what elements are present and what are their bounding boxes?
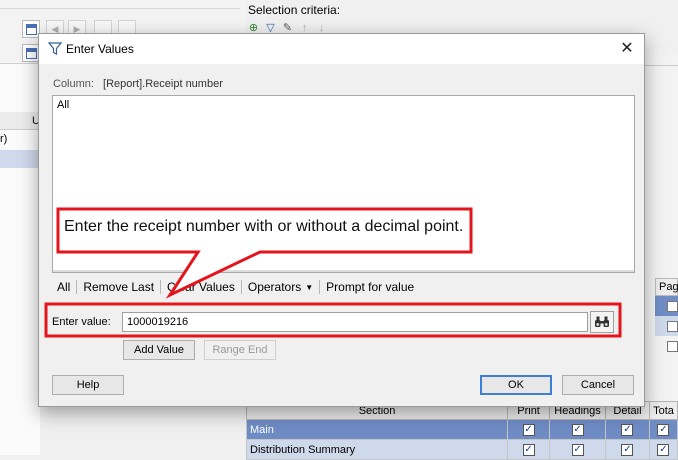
checkbox-icon[interactable]: ✓ [571, 423, 584, 436]
filter-icon [48, 42, 62, 55]
operators-label: Operators [247, 280, 302, 294]
close-icon[interactable]: ✕ [620, 40, 633, 57]
close-button[interactable]: ✕ [616, 39, 638, 59]
checkbox-icon[interactable] [667, 321, 678, 332]
grid-selected-row[interactable] [0, 150, 40, 168]
detail-checkbox[interactable]: ✓ [605, 419, 650, 440]
selection-criteria-label: Selection criteria: [248, 3, 341, 17]
list-bottom-edge [53, 270, 634, 272]
section-name: Main [245, 419, 509, 440]
checkbox-icon[interactable] [667, 301, 678, 312]
binoculars-icon [595, 316, 609, 327]
grid-cell: r) [0, 133, 8, 145]
enter-value-input[interactable] [122, 312, 588, 332]
remove-last-action[interactable]: Remove Last [78, 280, 159, 294]
column-info: Column: [Report].Receipt number [53, 78, 223, 90]
column-value: [Report].Receipt number [103, 78, 223, 90]
find-button[interactable] [590, 311, 614, 333]
checkbox-icon[interactable]: ✓ [571, 443, 584, 456]
pag-column-header: Pag [655, 278, 678, 296]
divider [640, 65, 678, 66]
divider [319, 280, 321, 294]
divider [240, 280, 242, 294]
background-right-panel [640, 55, 678, 455]
calendar-icon [26, 24, 37, 35]
list-item[interactable]: All [57, 99, 630, 111]
divider [0, 8, 240, 9]
checkbox-icon[interactable]: ✓ [522, 443, 535, 456]
headings-checkbox[interactable]: ✓ [549, 419, 607, 440]
enter-value-row: Enter value: [52, 311, 614, 333]
enter-value-label: Enter value: [52, 316, 111, 328]
dialog-title: Enter Values [66, 42, 134, 56]
checkbox-icon[interactable]: ✓ [522, 423, 535, 436]
divider [160, 280, 162, 294]
column-label: Column: [53, 78, 94, 90]
print-checkbox[interactable]: ✓ [507, 419, 551, 440]
operators-dropdown[interactable]: Operators ▼ [243, 280, 318, 294]
total-header[interactable]: Tota [648, 401, 678, 420]
values-list[interactable]: All [52, 95, 635, 273]
dropdown-caret-icon: ▼ [305, 283, 314, 293]
checkbox-icon[interactable] [667, 341, 678, 352]
all-action[interactable]: All [52, 280, 75, 294]
detail-checkbox[interactable]: ✓ [605, 439, 650, 460]
print-checkbox[interactable]: ✓ [507, 439, 551, 460]
calendar-icon [26, 48, 37, 59]
table-row[interactable]: Distribution Summary ✓ ✓ ✓ ✓ [245, 439, 678, 460]
headings-checkbox[interactable]: ✓ [549, 439, 607, 460]
checkbox-icon[interactable]: ✓ [657, 423, 670, 436]
cancel-button[interactable]: Cancel [562, 375, 634, 395]
clear-values-action[interactable]: Clear Values [162, 280, 240, 294]
checkbox-icon[interactable]: ✓ [657, 443, 670, 456]
background-left-grid: U r) [0, 64, 40, 455]
divider [76, 280, 78, 294]
value-actions-bar: All Remove Last Clear Values Operators ▼ … [52, 276, 419, 298]
total-checkbox[interactable]: ✓ [648, 439, 678, 460]
callout-text: Enter the receipt number with or without… [64, 218, 464, 235]
checkbox-icon[interactable]: ✓ [621, 443, 634, 456]
range-end-button[interactable]: Range End [204, 340, 276, 360]
checkbox-icon[interactable]: ✓ [621, 423, 634, 436]
sections-table: Section Print Headings Detail Tota Main … [245, 401, 678, 460]
total-checkbox[interactable]: ✓ [648, 419, 678, 440]
add-value-button[interactable]: Add Value [123, 340, 195, 360]
dialog-titlebar[interactable]: Enter Values ✕ [39, 34, 644, 64]
help-button[interactable]: Help [52, 375, 124, 395]
prompt-for-value-action[interactable]: Prompt for value [321, 280, 419, 294]
section-name: Distribution Summary [245, 439, 509, 460]
table-row[interactable]: Main ✓ ✓ ✓ ✓ [245, 419, 678, 440]
ok-button[interactable]: OK [480, 375, 552, 395]
